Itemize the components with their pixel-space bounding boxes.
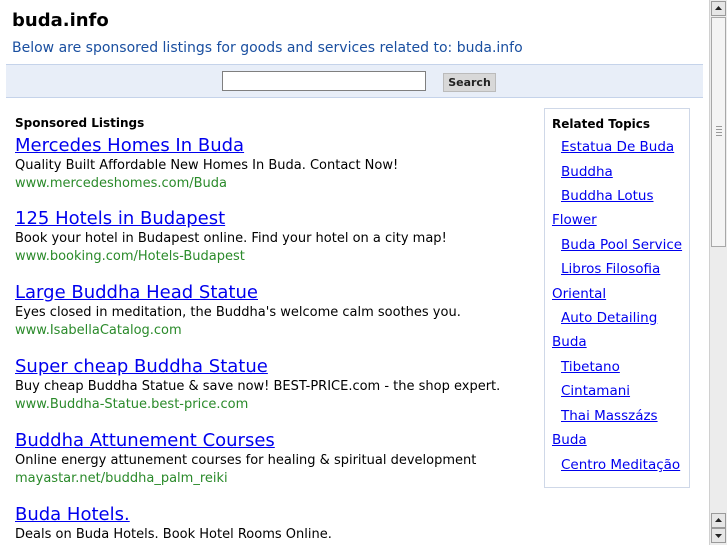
listing-title-link[interactable]: Mercedes Homes In Buda xyxy=(15,135,535,157)
search-button[interactable]: Search xyxy=(443,73,496,92)
listing-item: Mercedes Homes In Buda Quality Built Aff… xyxy=(15,135,535,193)
listing-item: Super cheap Buddha Statue Buy cheap Budd… xyxy=(15,356,535,414)
listing-title-link[interactable]: 125 Hotels in Budapest xyxy=(15,208,535,230)
listing-description: Quality Built Affordable New Homes In Bu… xyxy=(15,158,399,173)
related-topic-link[interactable]: Oriental xyxy=(552,286,606,302)
sponsored-listings-heading: Sponsored Listings xyxy=(15,116,145,130)
page-subtitle: Below are sponsored listings for goods a… xyxy=(12,40,523,56)
listing-description: Buy cheap Buddha Statue & save now! BEST… xyxy=(15,379,501,394)
grip-icon xyxy=(716,126,722,138)
related-topic-link[interactable]: Tibetano xyxy=(561,359,620,375)
related-topic-link[interactable]: Estatua De Buda xyxy=(561,139,674,155)
search-input[interactable] xyxy=(222,71,426,91)
listing-title-link[interactable]: Large Buddha Head Statue xyxy=(15,282,535,304)
listing-url[interactable]: www.IsabellaCatalog.com xyxy=(15,322,535,340)
listing-title-link[interactable]: Buddha Attunement Courses xyxy=(15,430,535,452)
listing-title-link[interactable]: Super cheap Buddha Statue xyxy=(15,356,535,378)
related-topic-link[interactable]: Flower xyxy=(552,212,597,228)
related-topic-link[interactable]: Buddha Lotus xyxy=(561,188,654,204)
page: buda.info Below are sponsored listings f… xyxy=(0,0,709,545)
search-bar: Search xyxy=(6,64,703,98)
listing-url[interactable]: www.Buddha-Statue.best-price.com xyxy=(15,396,535,414)
related-topics-panel: Related Topics Estatua De Buda Buddha Bu… xyxy=(544,108,690,488)
related-topic-link[interactable]: Buddha xyxy=(561,164,613,180)
listing-description: Book your hotel in Budapest online. Find… xyxy=(15,231,447,246)
listing-item: Buda Hotels. Deals on Buda Hotels. Book … xyxy=(15,504,535,544)
arrow-up-icon[interactable] xyxy=(711,513,726,528)
related-topic-link[interactable]: Auto Detailing xyxy=(561,310,657,326)
related-topic-link[interactable]: Libros Filosofia xyxy=(561,261,660,277)
listing-url[interactable]: mayastar.net/buddha_palm_reiki xyxy=(15,470,535,488)
listing-description: Online energy attunement courses for hea… xyxy=(15,453,477,468)
related-topics-heading: Related Topics xyxy=(552,117,651,131)
related-topic-link[interactable]: Buda xyxy=(552,432,587,448)
listing-item: Large Buddha Head Statue Eyes closed in … xyxy=(15,282,535,340)
listing-item: Buddha Attunement Courses Online energy … xyxy=(15,430,535,488)
related-topic-link[interactable]: Buda xyxy=(552,334,587,350)
arrow-down-icon[interactable] xyxy=(711,528,726,543)
listing-url[interactable]: www.booking.com/Hotels-Budapest xyxy=(15,248,535,266)
listing-description: Eyes closed in meditation, the Buddha's … xyxy=(15,305,461,320)
listing-description: Deals on Buda Hotels. Book Hotel Rooms O… xyxy=(15,527,332,542)
listing-item: 125 Hotels in Budapest Book your hotel i… xyxy=(15,208,535,266)
related-topic-link[interactable]: Thai Masszázs xyxy=(561,408,658,424)
related-topic-link[interactable]: Centro Meditação xyxy=(561,457,680,473)
listing-title-link[interactable]: Buda Hotels. xyxy=(15,504,535,526)
related-topic-link[interactable]: Buda Pool Service xyxy=(561,237,682,253)
vertical-scrollbar[interactable] xyxy=(709,0,727,545)
listing-url[interactable]: www.mercedeshomes.com/Buda xyxy=(15,175,535,193)
site-title: buda.info xyxy=(12,10,109,31)
scrollbar-thumb[interactable] xyxy=(711,17,726,247)
related-topic-link[interactable]: Cintamani xyxy=(561,383,630,399)
arrow-up-icon[interactable] xyxy=(711,1,726,16)
